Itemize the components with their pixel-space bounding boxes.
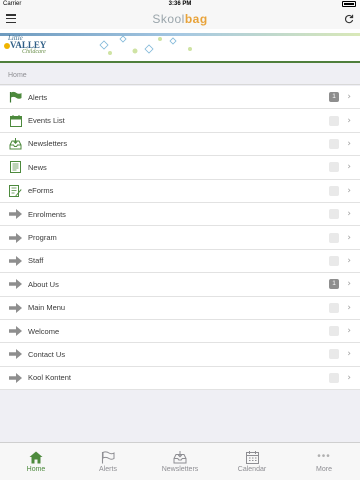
menu-item-label: Enrolments bbox=[28, 209, 66, 219]
school-banner: Little VALLEY Childcare bbox=[0, 29, 360, 63]
tab-more[interactable]: ••• More bbox=[288, 443, 360, 480]
tab-label: More bbox=[316, 465, 332, 473]
menu-item-label: News bbox=[28, 162, 47, 172]
chevron-right-icon: › bbox=[347, 138, 351, 149]
menu-item-label: eForms bbox=[28, 186, 54, 196]
calendar-icon bbox=[245, 450, 259, 464]
count-badge bbox=[329, 255, 339, 266]
count-badge bbox=[329, 372, 339, 383]
skoolbag-logo: Skoolbag bbox=[0, 12, 360, 26]
menu-item-about-us[interactable]: About Us 1 › bbox=[0, 273, 360, 297]
flag-icon bbox=[101, 450, 115, 464]
menu-item-events-list[interactable]: Events List › bbox=[0, 109, 360, 133]
chevron-right-icon: › bbox=[347, 255, 351, 266]
tab-label: Home bbox=[26, 465, 46, 473]
menu-item-label: Welcome bbox=[28, 326, 60, 336]
calendar-icon bbox=[9, 114, 22, 127]
count-badge bbox=[329, 302, 339, 313]
chevron-right-icon: › bbox=[347, 92, 351, 103]
chevron-right-icon: › bbox=[347, 326, 351, 337]
count-badge bbox=[329, 115, 339, 126]
chevron-right-icon: › bbox=[347, 162, 351, 173]
count-badge bbox=[329, 138, 339, 149]
arrow-right-icon bbox=[9, 278, 22, 290]
chevron-right-icon: › bbox=[347, 302, 351, 313]
form-icon bbox=[9, 184, 22, 197]
battery-icon bbox=[342, 1, 356, 7]
tab-home[interactable]: Home bbox=[0, 443, 72, 480]
home-icon bbox=[29, 451, 43, 464]
chevron-right-icon: › bbox=[347, 372, 351, 383]
menu-item-newsletters[interactable]: Newsletters › bbox=[0, 133, 360, 157]
menu-item-eforms[interactable]: eForms › bbox=[0, 180, 360, 203]
arrow-right-icon bbox=[9, 255, 22, 267]
menu-item-enrolments[interactable]: Enrolments › bbox=[0, 203, 360, 227]
count-badge bbox=[329, 326, 339, 337]
menu-item-alerts[interactable]: Alerts 1 › bbox=[0, 86, 360, 110]
menu-item-label: Program bbox=[28, 233, 57, 243]
menu-item-label: About Us bbox=[28, 279, 59, 289]
menu-item-news[interactable]: News › bbox=[0, 156, 360, 180]
menu-item-label: Alerts bbox=[28, 92, 48, 102]
refresh-icon[interactable] bbox=[344, 14, 354, 24]
count-badge: 1 bbox=[329, 279, 339, 290]
count-badge bbox=[329, 232, 339, 243]
little-valley-logo: Little VALLEY Childcare bbox=[4, 34, 46, 55]
navigation-bar: Skoolbag bbox=[0, 10, 360, 29]
tab-alerts[interactable]: Alerts bbox=[72, 443, 144, 480]
chevron-right-icon: › bbox=[347, 232, 351, 243]
tab-calendar[interactable]: Calendar bbox=[216, 443, 288, 480]
tab-label: Alerts bbox=[99, 465, 117, 473]
menu-item-label: Staff bbox=[28, 256, 44, 266]
menu-item-welcome[interactable]: Welcome › bbox=[0, 320, 360, 344]
menu-item-main-menu[interactable]: Main Menu › bbox=[0, 297, 360, 320]
arrow-right-icon bbox=[9, 302, 22, 314]
chevron-right-icon: › bbox=[347, 209, 351, 220]
tab-label: Newsletters bbox=[161, 465, 199, 473]
arrow-right-icon bbox=[9, 348, 22, 360]
menu-item-label: Main Menu bbox=[28, 303, 66, 313]
chevron-right-icon: › bbox=[347, 279, 351, 290]
menu-list: Alerts 1 › Events List › Newsletters › N… bbox=[0, 86, 360, 391]
count-badge: 1 bbox=[329, 92, 339, 103]
menu-item-label: Events List bbox=[28, 116, 65, 126]
arrow-right-icon bbox=[9, 208, 22, 220]
news-icon bbox=[9, 161, 22, 174]
logo-childcare: Childcare bbox=[22, 49, 46, 55]
menu-item-kool-kontent[interactable]: Kool Kontent › bbox=[0, 367, 360, 391]
tab-label: Calendar bbox=[237, 465, 267, 473]
tab-newsletters[interactable]: Newsletters bbox=[144, 443, 216, 480]
banner-decoration bbox=[99, 35, 192, 55]
arrow-right-icon bbox=[9, 325, 22, 337]
chevron-right-icon: › bbox=[347, 115, 351, 126]
chevron-right-icon: › bbox=[347, 349, 351, 360]
breadcrumb: Home bbox=[0, 67, 360, 85]
menu-item-program[interactable]: Program › bbox=[0, 226, 360, 250]
menu-item-label: Contact Us bbox=[28, 349, 66, 359]
inbox-icon bbox=[9, 137, 22, 150]
count-badge bbox=[329, 185, 339, 196]
count-badge bbox=[329, 162, 339, 173]
flag-icon bbox=[9, 91, 22, 103]
status-time: 3:36 PM bbox=[168, 1, 192, 7]
inbox-icon bbox=[173, 450, 187, 464]
menu-item-label: Kool Kontent bbox=[28, 373, 71, 383]
menu-item-contact-us[interactable]: Contact Us › bbox=[0, 343, 360, 367]
logo-text-bag: bag bbox=[184, 12, 208, 26]
chevron-right-icon: › bbox=[347, 185, 351, 196]
arrow-right-icon bbox=[9, 232, 22, 244]
menu-item-staff[interactable]: Staff › bbox=[0, 250, 360, 274]
status-bar: Carrier 3:36 PM bbox=[0, 0, 360, 10]
count-badge bbox=[329, 209, 339, 220]
menu-item-label: Newsletters bbox=[28, 139, 68, 149]
count-badge bbox=[329, 349, 339, 360]
tab-bar: Home Alerts Newsletters Calendar ••• Mor… bbox=[0, 442, 360, 480]
logo-text-skool: Skool bbox=[152, 12, 185, 26]
more-dots-icon: ••• bbox=[317, 451, 331, 462]
arrow-right-icon bbox=[9, 372, 22, 384]
